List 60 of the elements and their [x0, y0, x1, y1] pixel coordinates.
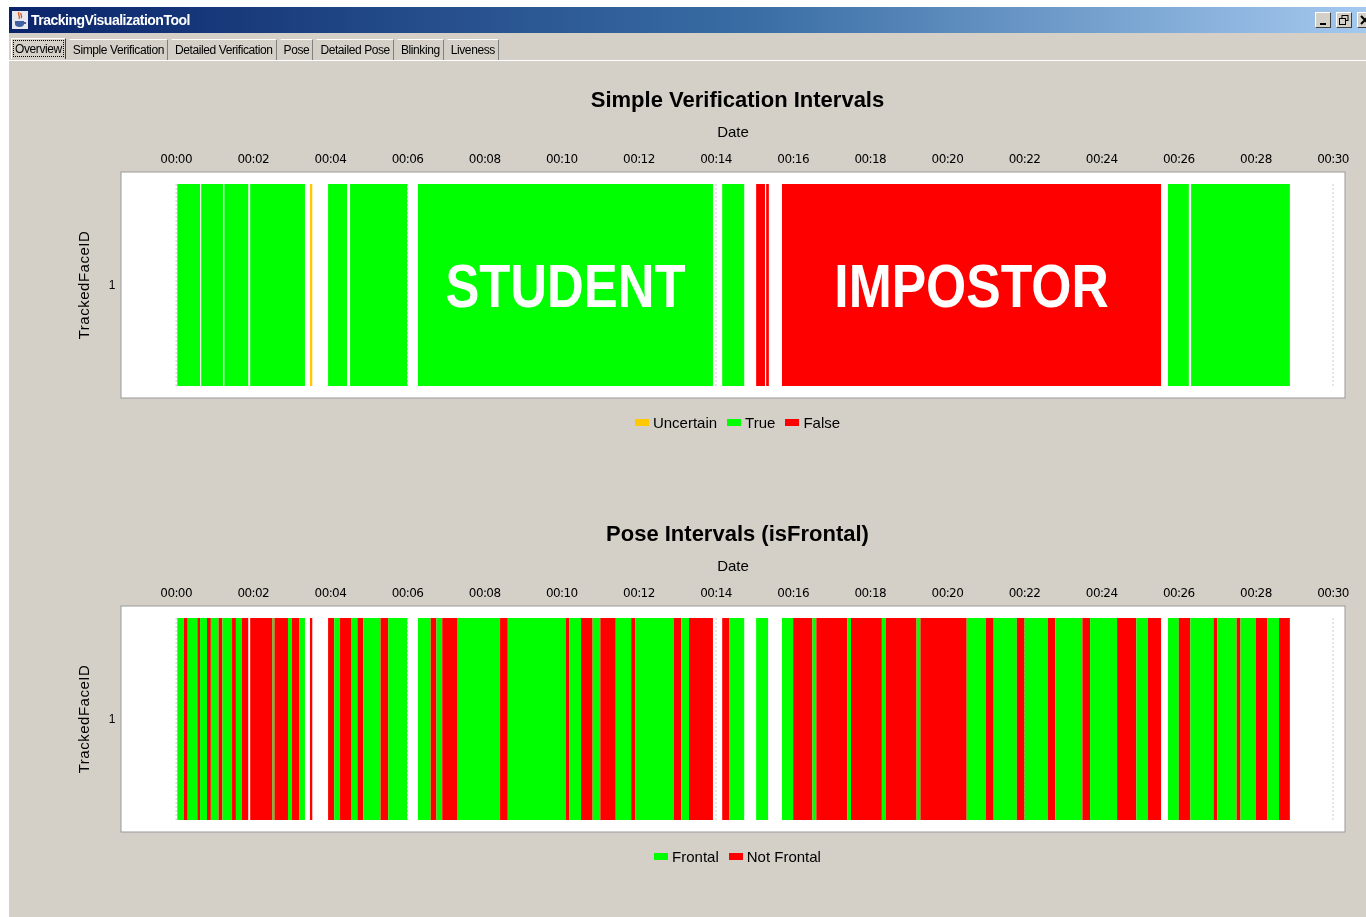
tick-label: 00:14	[700, 586, 732, 600]
minimize-icon	[1320, 23, 1326, 25]
legend-label: Not Frontal	[746, 848, 821, 865]
window-title: TrackingVisualizationTool	[31, 12, 191, 28]
legend-label: False	[803, 414, 841, 431]
category-label: 1	[108, 278, 116, 292]
tick-label: 00:20	[931, 152, 964, 166]
tab[interactable]: Detailed Pose	[316, 39, 394, 60]
tick-label: 00:22	[1008, 586, 1041, 600]
tick-label: 00:14	[700, 152, 732, 166]
tick-label: 00:10	[546, 586, 578, 600]
axis-label: TrackedFaceID	[75, 664, 92, 774]
legend-label: Frontal	[672, 848, 719, 865]
tick-label: 00:20	[931, 586, 964, 600]
tab[interactable]: Liveness	[446, 39, 499, 60]
tick-label: 00:18	[854, 586, 887, 600]
tick-label: 00:26	[1163, 152, 1195, 166]
tick-label: 00:18	[854, 152, 887, 166]
tick-label: 00:08	[468, 152, 501, 166]
tick-label: 00:30	[1317, 152, 1349, 166]
tick-label: 00:06	[391, 152, 424, 166]
tick-label: 00:08	[468, 586, 501, 600]
axis-label: Date	[717, 123, 749, 140]
tick-label: 00:28	[1240, 152, 1272, 166]
cup-icon	[12, 11, 28, 29]
bar-annotation: STUDENT	[445, 251, 739, 320]
tick-label: 00:06	[391, 586, 424, 600]
tab[interactable]: Blinking	[396, 39, 444, 60]
tick-label: 00:04	[314, 586, 347, 600]
tick-label: 00:02	[237, 152, 270, 166]
legend-label: True	[745, 414, 776, 431]
tick-label: 00:22	[1008, 152, 1041, 166]
tick-label: 00:16	[777, 586, 809, 600]
tick-label: 00:00	[160, 586, 192, 600]
chart-title: Pose Intervals (isFrontal)	[606, 520, 869, 548]
minimize-button[interactable]	[1315, 12, 1331, 28]
tick-label: 00:00	[160, 152, 192, 166]
tick-label: 00:24	[1085, 152, 1118, 166]
axis-label: TrackedFaceID	[75, 230, 92, 340]
chart-title: Simple Verification Intervals	[590, 86, 885, 114]
tick-label: 00:26	[1163, 586, 1195, 600]
tab[interactable]: Pose	[279, 39, 314, 60]
axis-label: Date	[717, 557, 749, 574]
tick-label: 00:16	[777, 152, 809, 166]
restore-button[interactable]	[1336, 12, 1352, 28]
tick-label: 00:30	[1317, 586, 1349, 600]
tick-label: 00:12	[623, 586, 655, 600]
tick-label: 00:10	[546, 152, 578, 166]
legend-label: Uncertain	[652, 414, 718, 431]
tab[interactable]: Detailed Verification	[170, 39, 277, 60]
tab[interactable]: Overview	[11, 38, 66, 59]
tick-label: 00:28	[1240, 586, 1272, 600]
tick-label: 00:02	[237, 586, 270, 600]
bar-annotation: IMPOSTOR	[834, 251, 1164, 320]
tab[interactable]: Simple Verification	[68, 39, 168, 60]
tick-label: 00:04	[314, 152, 347, 166]
restore-icon	[1339, 15, 1349, 25]
tick-label: 00:12	[623, 152, 655, 166]
category-label: 1	[108, 712, 116, 726]
tick-label: 00:24	[1085, 586, 1118, 600]
